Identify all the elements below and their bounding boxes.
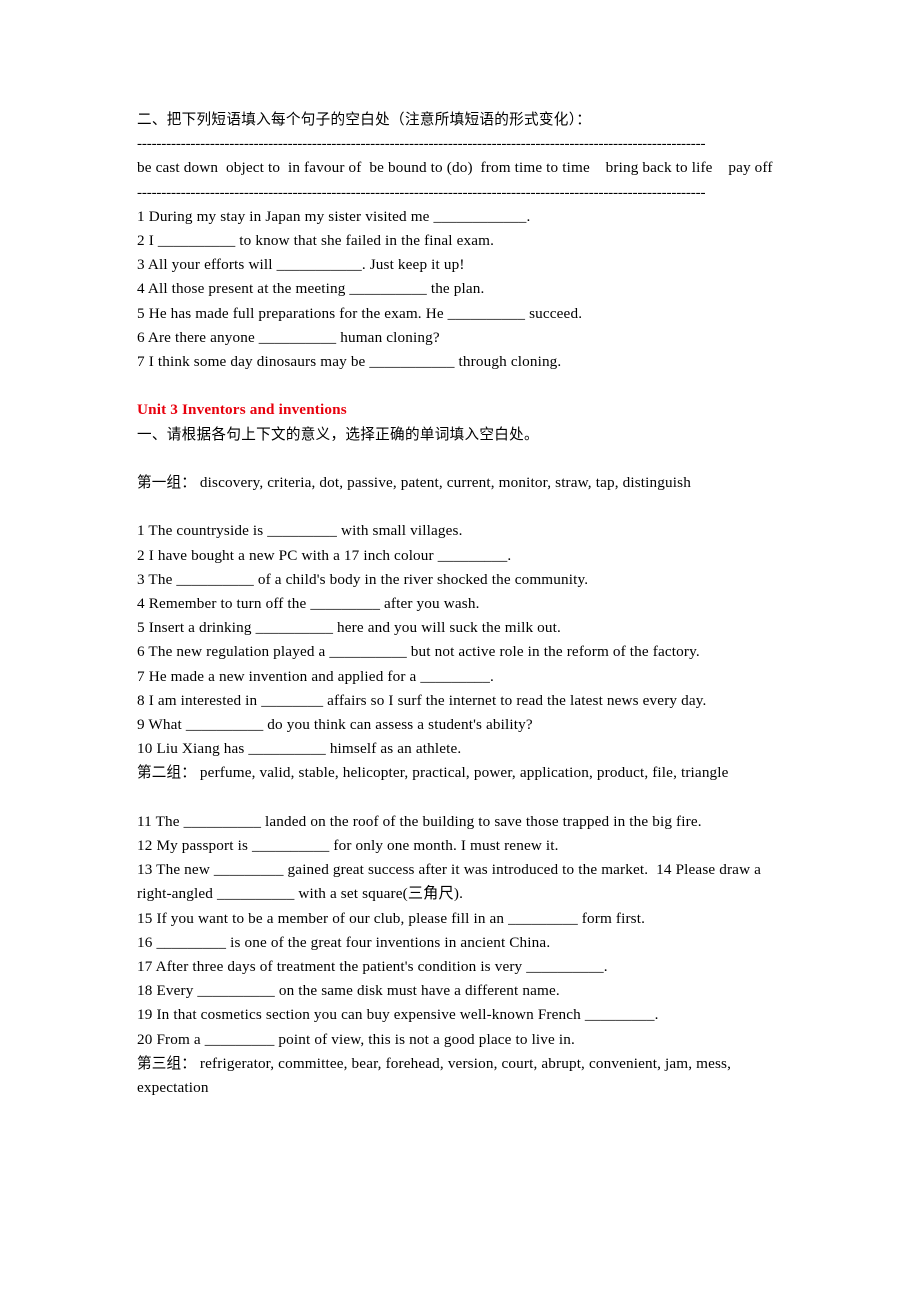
- exercise-item: 9 What __________ do you think can asses…: [137, 716, 533, 734]
- separator-rule-top: ----------------------------------------…: [137, 135, 706, 153]
- group-one-words: discovery, criteria, dot, passive, paten…: [195, 474, 691, 492]
- exercise-item: 2 I have bought a new PC with a 17 inch …: [137, 546, 512, 564]
- exercise-item: 5 Insert a drinking __________ here and …: [137, 619, 561, 637]
- group-one-label-line: 第一组： discovery, criteria, dot, passive, …: [137, 471, 783, 495]
- exercise-item: 8 I am interested in ________ affairs so…: [137, 691, 707, 709]
- exercise-item: 12 My passport is __________ for only on…: [137, 837, 559, 855]
- exercise-item: 6 The new regulation played a __________…: [137, 643, 700, 661]
- exercise-item: 1 The countryside is _________ with smal…: [137, 522, 463, 540]
- exercise-item: 4 Remember to turn off the _________ aft…: [137, 595, 480, 613]
- exercise-item: 13 The new _________ gained great succes…: [137, 861, 765, 903]
- group-two-label: 第二组：: [137, 764, 196, 782]
- phrase-bank: be cast down object to in favour of be b…: [137, 159, 773, 177]
- section-one-heading: 一、请根据各句上下文的意义，选择正确的单词填入空白处。: [137, 425, 539, 443]
- exercise-item: 18 Every __________ on the same disk mus…: [137, 982, 560, 1000]
- group-three-label: 第三组：: [137, 1054, 196, 1072]
- group-three-label-line: 第三组： refrigerator, committee, bear, fore…: [137, 1052, 783, 1100]
- exercise-item: 3 The __________ of a child's body in th…: [137, 570, 589, 588]
- exercise-item: 20 From a _________ point of view, this …: [137, 1030, 575, 1048]
- exercise-item: 4 All those present at the meeting _____…: [137, 280, 485, 298]
- exercise-item: 19 In that cosmetics section you can buy…: [137, 1006, 659, 1024]
- exercise-item: 2 I __________ to know that she failed i…: [137, 232, 495, 250]
- exercise-item: 7 I think some day dinosaurs may be ____…: [137, 353, 562, 371]
- section-two-heading: 二、把下列短语填入每个句子的空白处（注意所填短语的形式变化）：: [137, 111, 592, 128]
- group-one-label: 第一组：: [137, 474, 196, 492]
- group-two-words: perfume, valid, stable, helicopter, prac…: [195, 764, 729, 782]
- exercise-item: 1 During my stay in Japan my sister visi…: [137, 207, 531, 225]
- exercise-item: 11 The __________ landed on the roof of …: [137, 812, 702, 830]
- unit-3-heading: Unit 3 Inventors and inventions: [137, 401, 347, 419]
- exercise-item: 16 _________ is one of the great four in…: [137, 933, 551, 951]
- document-body: 二、把下列短语填入每个句子的空白处（注意所填短语的形式变化）： --------…: [137, 108, 783, 1100]
- exercise-item: 6 Are there anyone __________ human clon…: [137, 328, 440, 346]
- exercise-item: 5 He has made full preparations for the …: [137, 304, 583, 322]
- document-page: 二、把下列短语填入每个句子的空白处（注意所填短语的形式变化）： --------…: [0, 0, 920, 1302]
- exercise-item: 3 All your efforts will ___________. Jus…: [137, 256, 465, 274]
- exercise-item: 15 If you want to be a member of our clu…: [137, 909, 646, 927]
- separator-rule-bottom: ----------------------------------------…: [137, 183, 706, 201]
- group-two-label-line: 第二组： perfume, valid, stable, helicopter,…: [137, 761, 783, 785]
- exercise-item: 10 Liu Xiang has __________ himself as a…: [137, 740, 462, 758]
- exercise-item: 7 He made a new invention and applied fo…: [137, 667, 495, 685]
- exercise-item: 17 After three days of treatment the pat…: [137, 958, 608, 976]
- group-three-words: refrigerator, committee, bear, forehead,…: [137, 1054, 736, 1097]
